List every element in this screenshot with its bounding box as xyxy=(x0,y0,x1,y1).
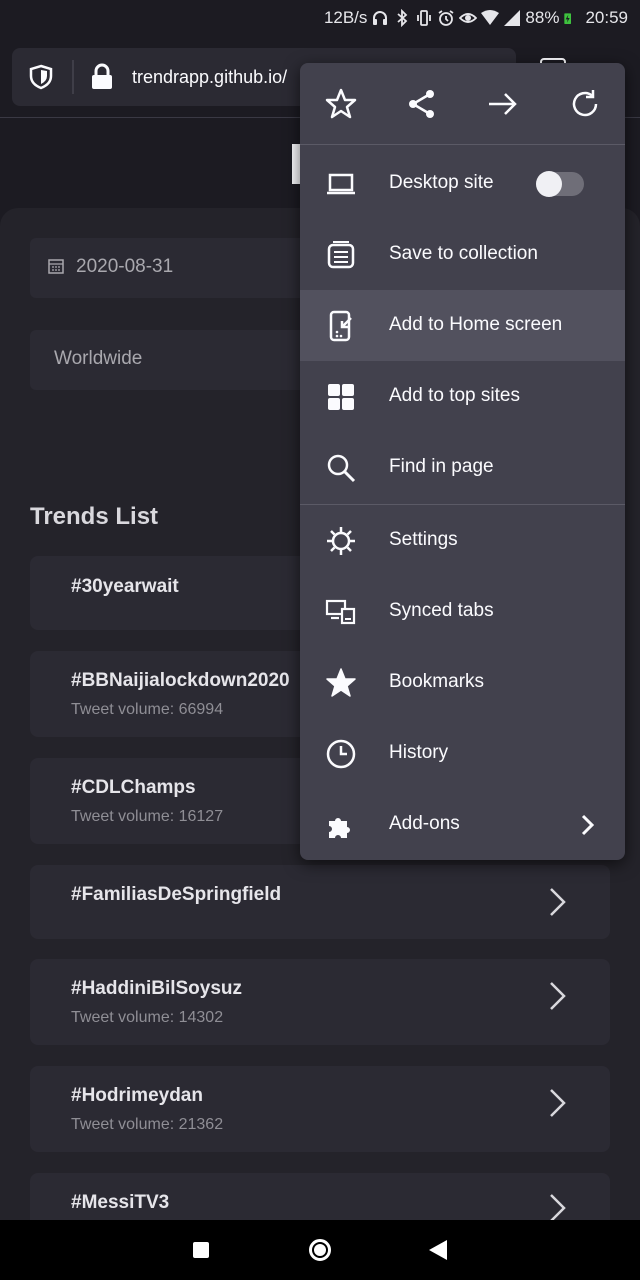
trend-name: #30yearwait xyxy=(71,576,179,597)
star-filled-icon xyxy=(326,668,356,697)
tweet-volume: Tweet volume: 16127 xyxy=(71,808,224,825)
network-speed: 12B/s xyxy=(323,8,368,27)
menu-item-add-to-top-sites[interactable]: Add to top sites xyxy=(300,361,625,432)
chevron-right-icon xyxy=(550,888,566,916)
menu-item-label: Add to top sites xyxy=(389,385,520,406)
vibrate-icon xyxy=(417,10,432,26)
tweet-volume: Tweet volume: 66994 xyxy=(71,701,224,718)
trend-card[interactable]: #FamiliasDeSpringfield xyxy=(30,865,610,939)
home-button[interactable] xyxy=(309,1239,331,1261)
alarm-icon xyxy=(438,10,454,26)
gear-icon xyxy=(327,527,355,555)
signal-icon xyxy=(504,10,521,26)
tweet-volume: Tweet volume: 21362 xyxy=(71,1116,224,1133)
status-icons: 12B/s 88% 20:59 xyxy=(324,8,628,28)
chevron-right-icon xyxy=(550,982,566,1010)
date-value: 2020-08-31 xyxy=(76,256,174,277)
url-text[interactable]: trendrapp.github.io/ xyxy=(132,67,287,88)
puzzle-icon xyxy=(329,818,350,838)
menu-item-label: Add-ons xyxy=(389,813,460,834)
wifi-icon xyxy=(481,10,500,25)
grid-icon xyxy=(328,384,354,410)
menu-item-synced-tabs[interactable]: Synced tabs xyxy=(300,576,625,647)
tracking-protection-shield-icon[interactable] xyxy=(28,64,54,90)
menu-item-label: Find in page xyxy=(389,456,494,477)
menu-item-label: History xyxy=(389,742,449,763)
menu-item-bookmarks[interactable]: Bookmarks xyxy=(300,647,625,718)
trend-name: #CDLChamps xyxy=(71,777,196,798)
menu-item-history[interactable]: History xyxy=(300,718,625,789)
headset-icon xyxy=(373,11,388,25)
share-icon[interactable] xyxy=(405,87,439,121)
menu-item-label: Save to collection xyxy=(389,243,538,264)
star-outline-icon[interactable] xyxy=(324,87,358,121)
calendar-icon xyxy=(48,259,64,274)
status-bar: 12B/s 88% 20:59 xyxy=(0,0,640,36)
desktop-site-toggle[interactable] xyxy=(536,171,584,197)
tweet-volume: Tweet volume: 14302 xyxy=(71,1009,224,1026)
clock-time: 20:59 xyxy=(585,8,628,27)
back-button[interactable] xyxy=(429,1240,447,1260)
trend-name: #BBNaijialockdown2020 xyxy=(71,670,290,691)
system-navigation-bar xyxy=(0,1220,640,1280)
menu-item-desktop-site[interactable]: Desktop site xyxy=(300,148,625,219)
menu-action-row xyxy=(300,63,625,145)
trends-list-title: Trends List xyxy=(30,503,159,530)
menu-item-label: Settings xyxy=(389,529,458,550)
clock-icon xyxy=(326,739,356,769)
forward-arrow-icon[interactable] xyxy=(486,87,520,121)
reload-icon[interactable] xyxy=(568,87,602,121)
battery-percent: 88% xyxy=(525,8,560,27)
trend-name: #MessiTV3 xyxy=(71,1192,170,1213)
menu-item-label: Desktop site xyxy=(389,172,494,193)
toggle-knob xyxy=(536,171,562,197)
bluetooth-icon xyxy=(397,9,408,27)
lock-icon[interactable] xyxy=(90,63,114,91)
url-bar-divider xyxy=(72,60,74,94)
trend-name: #FamiliasDeSpringfield xyxy=(71,884,282,905)
recents-button[interactable] xyxy=(193,1242,209,1258)
battery-charging-icon xyxy=(564,13,572,24)
menu-item-label: Bookmarks xyxy=(389,671,485,692)
menu-item-label: Synced tabs xyxy=(389,600,494,621)
menu-item-find-in-page[interactable]: Find in page xyxy=(300,432,625,503)
region-value: Worldwide xyxy=(54,348,143,369)
trend-card[interactable]: #Hodrimeydan Tweet volume: 21362 xyxy=(30,1066,610,1152)
menu-item-label: Add to Home screen xyxy=(389,314,563,335)
trend-name: #HaddiniBilSoysuz xyxy=(71,978,243,999)
trend-card[interactable]: #HaddiniBilSoysuz Tweet volume: 14302 xyxy=(30,959,610,1045)
menu-item-settings[interactable]: Settings xyxy=(300,505,625,576)
search-icon xyxy=(327,454,356,483)
menu-item-add-ons[interactable]: Add-ons xyxy=(300,789,625,860)
browser-menu: Desktop site Save to collection Add to H… xyxy=(300,63,625,860)
collection-icon xyxy=(327,241,355,269)
chevron-right-icon xyxy=(550,1089,566,1117)
menu-item-save-to-collection[interactable]: Save to collection xyxy=(300,219,625,290)
chevron-right-icon xyxy=(550,1194,566,1222)
menu-item-add-to-home-screen[interactable]: Add to Home screen xyxy=(300,290,625,361)
synced-tabs-icon xyxy=(325,599,356,625)
eye-icon xyxy=(459,13,478,23)
trend-name: #Hodrimeydan xyxy=(71,1085,203,1106)
chevron-right-icon xyxy=(581,814,595,836)
laptop-icon xyxy=(327,173,355,195)
add-to-home-icon xyxy=(329,310,352,342)
